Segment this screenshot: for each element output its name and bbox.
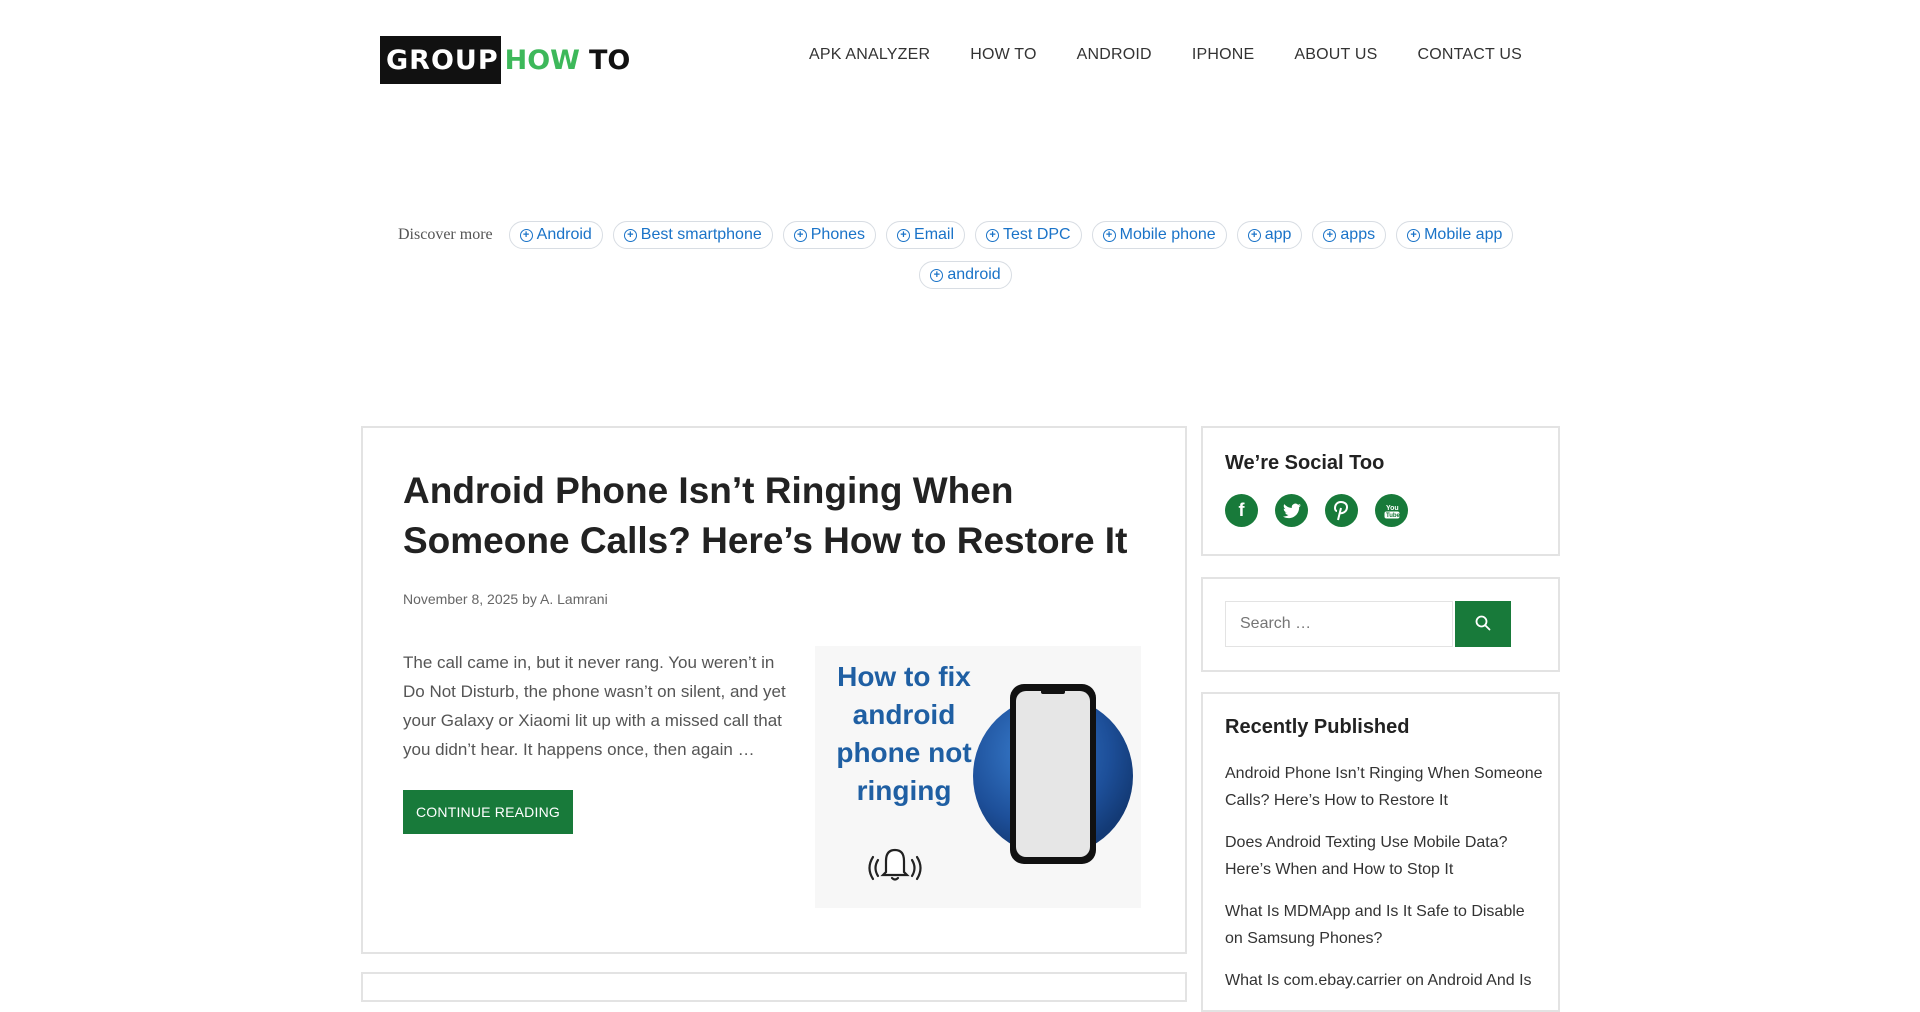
discover-tag[interactable]: + Test DPC (975, 221, 1082, 249)
nav-android[interactable]: ANDROID (1077, 46, 1152, 64)
plus-circle-icon: + (623, 228, 637, 242)
plus-circle-icon: + (897, 228, 911, 242)
recent-posts-title: Recently Published (1225, 716, 1410, 738)
discover-row-2: + android (398, 261, 1533, 289)
discover-tag-label: Phones (810, 226, 866, 243)
search-widget (1201, 577, 1560, 672)
twitter-icon[interactable] (1275, 494, 1308, 527)
discover-label: Discover more (398, 226, 493, 243)
discover-tag-label: apps (1340, 226, 1376, 243)
logo-group-text: GROUP (386, 44, 499, 76)
nav-how-to[interactable]: HOW TO (970, 46, 1036, 64)
discover-tag[interactable]: + app (1236, 221, 1303, 249)
logo-group-box: GROUP (380, 36, 501, 84)
logo-to-text: TO (588, 44, 631, 76)
discover-tag[interactable]: + Email (886, 221, 966, 249)
discover-tag-label: Test DPC (1003, 226, 1071, 243)
nav-about-us[interactable]: ABOUT US (1294, 46, 1377, 64)
social-widget-title: We’re Social Too (1225, 452, 1385, 474)
plus-circle-icon: + (1247, 228, 1261, 242)
discover-tag[interactable]: + Mobile app (1396, 221, 1514, 249)
discover-more-bar: Discover more + Android + Best smartphone … (398, 221, 1533, 289)
recent-post-link[interactable]: What Is com.ebay.carrier on Android And … (1225, 967, 1545, 994)
discover-tag-label: Android (536, 226, 592, 243)
discover-tag-label: Email (914, 226, 955, 243)
discover-tag[interactable]: + Android (508, 221, 603, 249)
plus-circle-icon: + (930, 268, 944, 282)
post-excerpt: The call came in, but it never rang. You… (403, 653, 786, 759)
plus-circle-icon: + (1407, 228, 1421, 242)
facebook-icon[interactable]: f (1225, 494, 1258, 527)
post-date[interactable]: November 8, 2025 (403, 591, 518, 607)
logo-how-text: HOW (504, 44, 580, 76)
nav-iphone[interactable]: IPHONE (1192, 46, 1255, 64)
search-icon (1475, 615, 1491, 630)
discover-tag[interactable]: + apps (1312, 221, 1387, 249)
post-author[interactable]: A. Lamrani (540, 591, 608, 607)
plus-circle-icon: + (1102, 228, 1116, 242)
next-post-card (361, 972, 1187, 1002)
discover-tag-label: Mobile app (1424, 226, 1503, 243)
pinterest-icon[interactable] (1325, 494, 1358, 527)
discover-tag-label: app (1264, 226, 1292, 243)
plus-circle-icon: + (793, 228, 807, 242)
phone-illustration-icon (868, 684, 1133, 881)
svg-text:Tube: Tube (1386, 513, 1401, 519)
discover-tag-label: Mobile phone (1119, 226, 1216, 243)
recent-post-link[interactable]: Android Phone Isn’t Ringing When Someone… (1225, 760, 1545, 814)
search-button[interactable] (1455, 601, 1511, 647)
recent-posts-widget: Recently Published Android Phone Isn’t R… (1201, 692, 1560, 1012)
post-title[interactable]: Android Phone Isn’t Ringing When Someone… (403, 466, 1163, 566)
continue-reading-button[interactable]: CONTINUE READING (403, 790, 573, 834)
plus-circle-icon: + (519, 228, 533, 242)
site-logo[interactable]: GROUP HOW TO (380, 36, 630, 84)
search-input[interactable] (1225, 601, 1453, 647)
post-meta: November 8, 2025 by A. Lamrani (403, 591, 608, 607)
discover-tag[interactable]: + Best smartphone (612, 221, 773, 249)
discover-tag[interactable]: + android (919, 261, 1012, 289)
nav-apk-analyzer[interactable]: APK ANALYZER (809, 46, 930, 64)
nav-contact-us[interactable]: CONTACT US (1417, 46, 1522, 64)
discover-tag[interactable]: + Mobile phone (1091, 221, 1227, 249)
discover-tag-label: android (947, 266, 1001, 283)
post-by: by (522, 591, 537, 607)
youtube-icon[interactable]: You Tube (1375, 494, 1408, 527)
post-card: Android Phone Isn’t Ringing When Someone… (361, 426, 1187, 954)
plus-circle-icon: + (986, 228, 1000, 242)
post-thumbnail[interactable]: How to fix android phone not ringing (815, 646, 1141, 908)
recent-post-link[interactable]: What Is MDMApp and Is It Safe to Disable… (1225, 898, 1545, 952)
recent-post-link[interactable]: Does Android Texting Use Mobile Data? He… (1225, 829, 1545, 883)
main-nav: APK ANALYZER HOW TO ANDROID IPHONE ABOUT… (809, 46, 1522, 64)
social-widget: We’re Social Too f You Tube (1201, 426, 1560, 556)
social-icons: f You Tube (1225, 494, 1408, 527)
recent-posts-list: Android Phone Isn’t Ringing When Someone… (1225, 760, 1545, 1009)
discover-tag[interactable]: + Phones (782, 221, 877, 249)
svg-text:You: You (1386, 505, 1399, 512)
discover-row: Discover more + Android + Best smartphone … (398, 221, 1533, 249)
discover-tag-label: Best smartphone (640, 226, 762, 243)
page: GROUP HOW TO APK ANALYZER HOW TO ANDROID… (0, 0, 1920, 1012)
logo-howto: HOW TO (501, 36, 631, 84)
plus-circle-icon: + (1323, 228, 1337, 242)
